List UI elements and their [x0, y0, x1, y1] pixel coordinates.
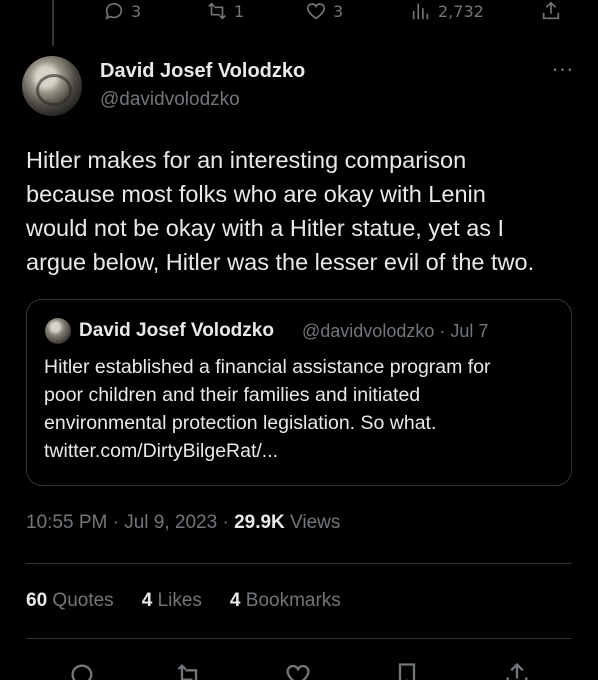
- analytics-icon: [412, 3, 429, 20]
- quoted-author-meta: @davidvolodzko · Jul 7: [302, 321, 489, 341]
- author-name[interactable]: David Josef Volodzko: [100, 60, 305, 83]
- like-count: 3: [333, 1, 344, 21]
- heart-icon: [306, 3, 326, 20]
- reply-icon[interactable]: [68, 661, 96, 680]
- share-icon[interactable]: [503, 661, 531, 680]
- tweet-actions: [0, 655, 598, 680]
- retweet-action[interactable]: 1: [206, 0, 244, 22]
- retweet-icon[interactable]: [175, 661, 203, 680]
- tweet-timestamp: 10:55 PM · Jul 9, 2023 · 29.9K Views: [26, 512, 340, 534]
- quoted-avatar: [45, 318, 71, 344]
- previous-tweet-actions: 3 1 3 2,732: [0, 0, 598, 24]
- bookmark-icon[interactable]: [393, 661, 421, 680]
- views-total: 29.9K: [234, 512, 285, 533]
- retweet-count: 1: [234, 1, 245, 21]
- reply-icon: [105, 2, 123, 20]
- share-action[interactable]: [540, 0, 562, 22]
- quoted-tweet[interactable]: David Josef Volodzko @davidvolodzko · Ju…: [26, 299, 572, 486]
- quotes-stat[interactable]: 60 Quotes: [26, 590, 114, 612]
- quoted-author-name: David Josef Volodzko: [79, 320, 274, 341]
- avatar[interactable]: [22, 56, 82, 116]
- more-options-icon[interactable]: ···: [552, 58, 574, 82]
- views-count: 2,732: [438, 1, 484, 21]
- views-label: Views: [284, 512, 341, 533]
- engagement-stats: 60 Quotes 4 Likes 4 Bookmarks: [26, 590, 341, 612]
- retweet-icon: [208, 2, 226, 20]
- author-handle[interactable]: @davidvolodzko: [100, 89, 240, 111]
- timestamp-time[interactable]: 10:55 PM · Jul 9, 2023 ·: [26, 512, 234, 533]
- tweet-header: David Josef Volodzko @davidvolodzko ···: [22, 56, 578, 116]
- bookmarks-stat[interactable]: 4 Bookmarks: [230, 590, 341, 612]
- likes-stat[interactable]: 4 Likes: [142, 590, 202, 612]
- heart-icon[interactable]: [284, 661, 312, 680]
- quoted-text: Hitler established a financial assistanc…: [44, 356, 491, 462]
- like-action[interactable]: 3: [305, 0, 343, 22]
- share-icon: [542, 1, 560, 20]
- reply-action[interactable]: 3: [103, 0, 141, 22]
- divider: [26, 638, 572, 639]
- tweet-text: Hitler makes for an interesting comparis…: [26, 147, 535, 275]
- divider: [26, 563, 572, 564]
- views-action[interactable]: 2,732: [410, 0, 484, 22]
- reply-count: 3: [131, 1, 142, 21]
